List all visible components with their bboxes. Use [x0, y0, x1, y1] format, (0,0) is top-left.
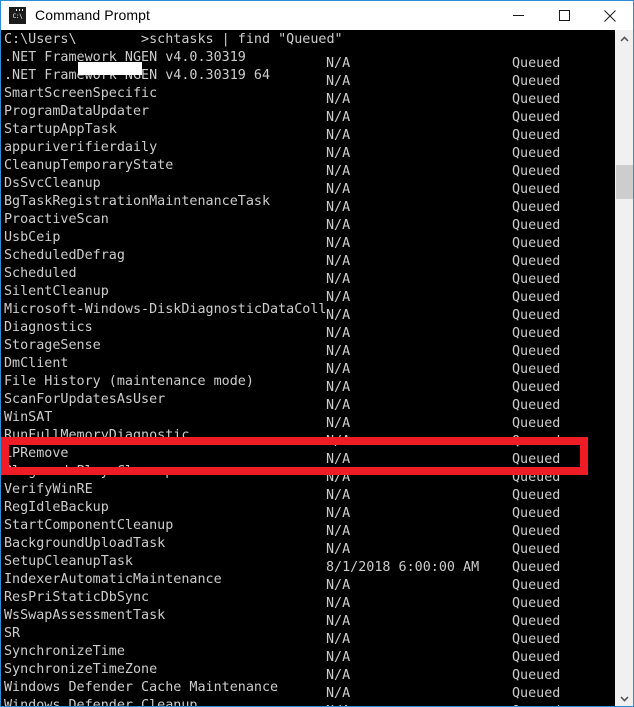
task-name: ProactiveScan	[4, 212, 109, 227]
task-row: BgTaskRegistrationMaintenanceTask N/A Que…	[4, 193, 560, 215]
task-row: VerifyWinRE N/A Queued	[4, 481, 560, 503]
task-name: appuriverifierdaily	[4, 140, 158, 155]
task-name: VerifyWinRE	[4, 482, 93, 497]
task-name: SR	[4, 626, 21, 641]
task-row: LPRemove N/A Queued	[4, 445, 560, 467]
task-row: File History (maintenance mode) N/A Queue…	[4, 373, 560, 395]
console-icon-glyph: C:\	[10, 12, 25, 23]
task-name: DmClient	[4, 356, 69, 371]
task-row: WinSAT N/A Queued	[4, 409, 560, 431]
command-prompt-window: C:\ Command Prompt C:\Users\ >schtasks |…	[0, 0, 634, 707]
task-name: .NET Framework NGEN v4.0.30319 64	[4, 68, 271, 83]
task-row: DsSvcCleanup N/A Queued	[4, 175, 560, 197]
task-row: ProactiveScan N/A Queued	[4, 211, 560, 233]
task-row: ResPriStaticDbSync N/A Queued	[4, 589, 560, 611]
task-name: UsbCeip	[4, 230, 61, 245]
window-title: Command Prompt	[35, 7, 150, 23]
chevron-up-icon	[620, 35, 629, 42]
task-name: SynchronizeTimeZone	[4, 662, 158, 677]
task-row: Windows Defender Cleanup N/A Queued	[4, 697, 560, 707]
task-status: Queued	[512, 703, 560, 706]
prompt-line: C:\Users\ >schtasks | find "Queued"	[4, 32, 343, 47]
task-row: Windows Defender Cache Maintenance N/A Qu…	[4, 679, 560, 701]
close-icon	[604, 9, 616, 22]
redaction-block	[78, 62, 142, 75]
task-name: StartupAppTask	[4, 122, 117, 137]
task-row: RunFullMemoryDiagnostic N/A Queued	[4, 427, 560, 449]
task-row: StartComponentCleanup N/A Queued	[4, 517, 560, 539]
task-name: RegIdleBackup	[4, 500, 109, 515]
window-controls	[495, 1, 633, 30]
task-name: BgTaskRegistrationMaintenanceTask	[4, 194, 271, 209]
task-row: appuriverifierdaily N/A Queued	[4, 139, 560, 161]
minimize-icon	[512, 15, 524, 16]
task-row: SetupCleanupTask 8/1/2018 6:00:00 AM Queu…	[4, 553, 560, 575]
task-name: SynchronizeTime	[4, 644, 125, 659]
task-name: RunFullMemoryDiagnostic	[4, 428, 190, 443]
task-name: ProgramDataUpdater	[4, 104, 150, 119]
task-row: ScheduledDefrag N/A Queued	[4, 247, 560, 269]
maximize-icon	[558, 10, 570, 21]
task-name: Scheduled	[4, 266, 77, 281]
task-row: RegIdleBackup N/A Queued	[4, 499, 560, 521]
task-name: .NET Framework NGEN v4.0.30319	[4, 50, 246, 65]
task-row: Microsoft-Windows-DiskDiagnosticDataColl…	[4, 301, 560, 323]
scrollbar-track[interactable]	[616, 47, 633, 690]
scroll-down-button[interactable]	[616, 690, 633, 706]
task-next-run-time: N/A	[326, 703, 512, 706]
task-name: SilentCleanup	[4, 284, 109, 299]
task-row: IndexerAutomaticMaintenance N/A Queued	[4, 571, 560, 593]
task-row: StorageSense N/A Queued	[4, 337, 560, 359]
task-name: ScheduledDefrag	[4, 248, 125, 263]
vertical-scrollbar[interactable]	[615, 30, 633, 706]
task-name: File History (maintenance mode)	[4, 374, 254, 389]
task-name: BackgroundUploadTask	[4, 536, 166, 551]
task-name: SetupCleanupTask	[4, 554, 133, 569]
task-name: Microsoft-Windows-DiskDiagnosticDataColl	[4, 302, 326, 317]
task-row: SmartScreenSpecific N/A Queued	[4, 85, 560, 107]
title-bar[interactable]: C:\ Command Prompt	[1, 1, 633, 31]
task-name: WsSwapAssessmentTask	[4, 608, 166, 623]
task-name: LPRemove	[4, 446, 69, 461]
task-row: ScanForUpdatesAsUser N/A Queued	[4, 391, 560, 413]
task-name: SmartScreenSpecific	[4, 86, 158, 101]
task-row: BackgroundUploadTask N/A Queued	[4, 535, 560, 557]
task-name: Windows Defender Cache Maintenance	[4, 680, 279, 695]
task-row: StartupAppTask N/A Queued	[4, 121, 560, 143]
scroll-up-button[interactable]	[616, 30, 633, 47]
task-row: SilentCleanup N/A Queued	[4, 283, 560, 305]
task-row: SR N/A Queued	[4, 625, 560, 647]
task-name: Windows Defender Cleanup	[4, 698, 198, 707]
console-text: C:\Users\ >schtasks | find "Queued" .NET …	[4, 31, 560, 707]
task-row: Plug and Play Cleanup N/A Queued	[4, 463, 560, 485]
close-button[interactable]	[587, 1, 633, 30]
task-name: StorageSense	[4, 338, 101, 353]
task-row: UsbCeip N/A Queued	[4, 229, 560, 251]
minimize-button[interactable]	[495, 1, 541, 30]
task-row: Scheduled N/A Queued	[4, 265, 560, 287]
task-name: WinSAT	[4, 410, 53, 425]
task-name: Plug and Play Cleanup	[4, 464, 174, 479]
task-name: ScanForUpdatesAsUser	[4, 392, 166, 407]
console-icon: C:\	[9, 7, 26, 24]
task-row: SynchronizeTimeZone N/A Queued	[4, 661, 560, 683]
task-name: IndexerAutomaticMaintenance	[4, 572, 222, 587]
task-name: DsSvcCleanup	[4, 176, 101, 191]
maximize-button[interactable]	[541, 1, 587, 30]
task-name: ResPriStaticDbSync	[4, 590, 150, 605]
task-row: Diagnostics N/A Queued	[4, 319, 560, 341]
task-row: SynchronizeTime N/A Queued	[4, 643, 560, 665]
task-row: CleanupTemporaryState N/A Queued	[4, 157, 560, 179]
console-output-area[interactable]: C:\Users\ >schtasks | find "Queued" .NET …	[1, 30, 616, 707]
scrollbar-thumb[interactable]	[616, 165, 633, 199]
task-name: StartComponentCleanup	[4, 518, 174, 533]
task-name: CleanupTemporaryState	[4, 158, 174, 173]
task-row: WsSwapAssessmentTask N/A Queued	[4, 607, 560, 629]
chevron-down-icon	[620, 695, 629, 702]
task-name: Diagnostics	[4, 320, 93, 335]
task-row: ProgramDataUpdater N/A Queued	[4, 103, 560, 125]
task-row: DmClient N/A Queued	[4, 355, 560, 377]
